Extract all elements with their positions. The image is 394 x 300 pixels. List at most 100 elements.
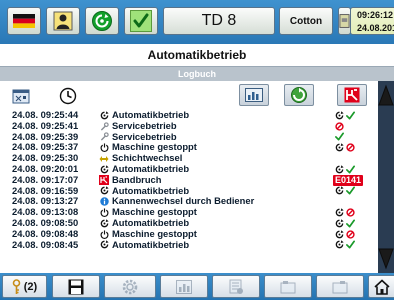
auto-mode-icon (92, 11, 112, 31)
bar-chart-icon (176, 279, 192, 294)
wrench-icon (99, 121, 109, 132)
no-icon (346, 208, 355, 217)
log-status (335, 110, 355, 121)
logbook-header: Logbuch (0, 67, 394, 81)
auto-icon (99, 164, 109, 175)
machine-name[interactable]: TD 8 (163, 7, 275, 35)
auto-icon (335, 165, 344, 174)
log-status (335, 142, 355, 153)
machine-status-button[interactable] (85, 7, 119, 35)
no-icon (335, 122, 344, 131)
log-timestamp: 24.08. 09:08:45 (12, 238, 79, 250)
log-timestamp: 24.08. 09:08:48 (12, 227, 79, 239)
german-flag-icon (13, 14, 35, 28)
bar-chart-icon (245, 88, 263, 102)
auto-icon (99, 110, 109, 121)
log-row[interactable]: 24.08. 09:08:48 Maschine gestoppt (0, 227, 378, 240)
log-message: Servicebetrieb (112, 119, 177, 131)
log-message: Bandbruch (112, 173, 162, 185)
check-icon (346, 111, 355, 120)
calendar-filter-button[interactable] (10, 86, 32, 106)
machine-icon (332, 280, 348, 293)
statistics-button[interactable] (239, 84, 269, 106)
log-message: Maschine gestoppt (112, 227, 197, 239)
save-icon (68, 279, 84, 294)
power-icon (99, 207, 109, 218)
clock-icon (59, 87, 77, 105)
log-timestamp: 24.08. 09:25:41 (12, 119, 79, 131)
log-row[interactable]: 24.08. 09:08:45 Automatikbetrieb (0, 238, 378, 251)
log-status (335, 121, 344, 132)
refresh-icon (291, 87, 307, 103)
no-icon (346, 230, 355, 239)
auto-icon (99, 240, 109, 251)
keys-count: (2) (23, 280, 38, 293)
clock-date: 24.08.2011 (357, 23, 394, 33)
material-label[interactable]: Cotton (279, 7, 333, 35)
error-filter-button[interactable] (337, 84, 367, 106)
sliver-break-icon (344, 87, 360, 103)
home-button[interactable] (368, 275, 394, 298)
machine-icon (280, 280, 296, 293)
auto-icon (99, 186, 109, 197)
printer-icon (339, 14, 350, 28)
error-code-badge[interactable]: E0141 (333, 174, 364, 186)
log-list[interactable]: 24.08. 09:25:44 Automatikbetrieb 24.08. 09… (0, 110, 378, 273)
key-icon (12, 278, 21, 294)
statistics-page-button[interactable] (160, 275, 208, 298)
auto-icon (335, 229, 344, 239)
drive-page-button[interactable] (316, 275, 364, 298)
auto-icon (335, 219, 344, 228)
save-button[interactable] (52, 275, 100, 298)
gear-icon (122, 279, 138, 294)
info-icon (99, 196, 109, 207)
arrow-down-icon (378, 248, 394, 270)
machine-page-button[interactable] (264, 275, 312, 298)
settings-button[interactable] (104, 275, 156, 298)
check-icon (346, 165, 355, 174)
top-bar: TD 8 Cotton 09:26:12 24.08.2011 (0, 0, 394, 44)
quality-button[interactable] (212, 275, 260, 298)
log-row[interactable]: 24.08. 09:17:07 Bandbruch E0141 (0, 173, 378, 186)
check-icon (346, 240, 355, 249)
language-button[interactable] (7, 7, 41, 35)
page-title: Automatikbetrieb (0, 44, 394, 67)
auto-icon (335, 240, 344, 249)
auto-icon (99, 218, 109, 229)
check-icon (346, 219, 355, 228)
log-status (335, 186, 355, 197)
log-status: E0141 (333, 174, 364, 186)
refresh-button[interactable] (284, 84, 314, 106)
log-status (335, 164, 355, 175)
check-icon (335, 132, 344, 141)
acknowledge-button[interactable] (124, 7, 158, 35)
check-icon (130, 10, 152, 32)
calendar-icon (12, 89, 30, 104)
sliver-break-icon (99, 175, 109, 186)
clock-time: 09:26:12 (357, 10, 394, 20)
user-icon (53, 11, 73, 31)
auto-icon (335, 111, 344, 120)
scroll-up-button[interactable] (378, 81, 394, 111)
log-message: Automatikbetrieb (112, 238, 190, 250)
bottom-bar: (2) (0, 273, 394, 300)
log-toolbar (0, 81, 394, 110)
user-button[interactable] (46, 7, 80, 35)
scroll-down-button[interactable] (378, 243, 394, 273)
log-status (335, 132, 344, 143)
power-icon (99, 229, 109, 240)
auto-icon (335, 208, 344, 217)
home-icon (373, 278, 390, 295)
auto-icon (335, 186, 344, 195)
log-row[interactable]: 24.08. 09:25:41 Servicebetrieb (0, 119, 378, 132)
power-icon (99, 142, 109, 153)
keys-button[interactable]: (2) (2, 275, 47, 298)
log-status (335, 207, 355, 218)
no-icon (346, 143, 355, 152)
scrollbar[interactable] (378, 81, 394, 273)
auto-icon (335, 143, 344, 152)
time-filter-button[interactable] (58, 86, 78, 106)
clock-display: 09:26:12 24.08.2011 (350, 7, 394, 35)
log-timestamp: 24.08. 09:17:07 (12, 173, 79, 185)
log-status (335, 229, 355, 240)
